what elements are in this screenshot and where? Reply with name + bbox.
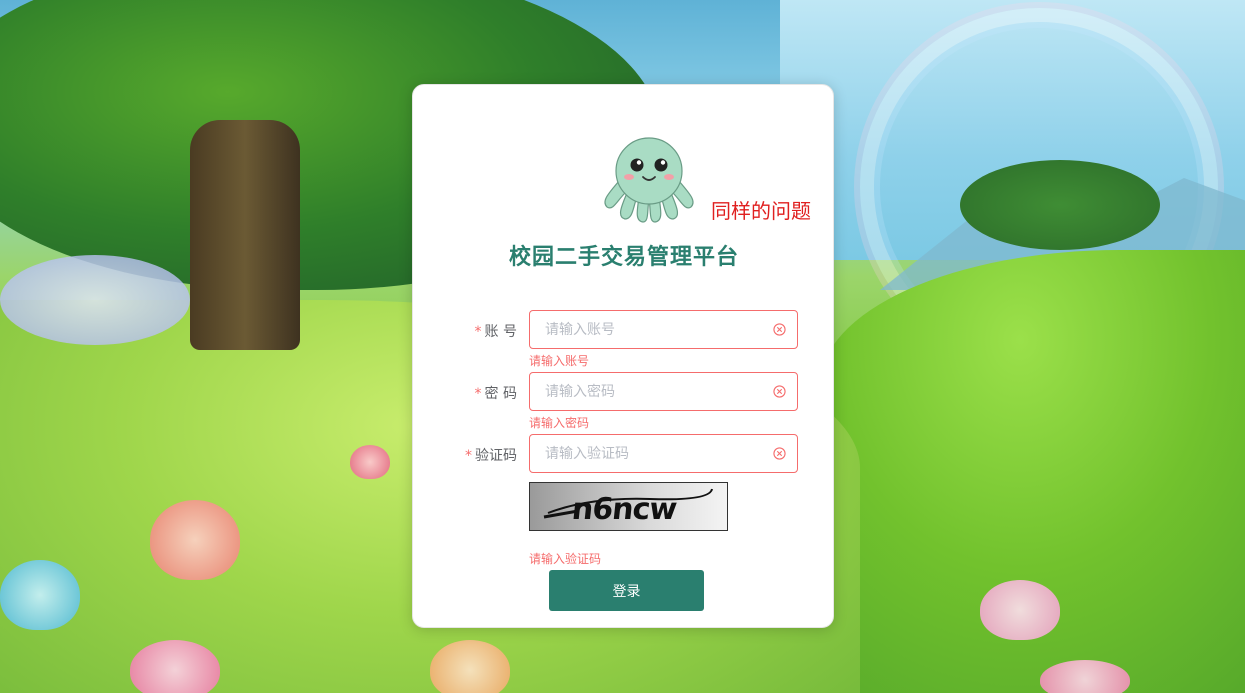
password-label: * 密 码 xyxy=(453,383,517,403)
required-mark: * xyxy=(465,448,472,464)
circle-close-icon[interactable] xyxy=(773,323,786,336)
account-input[interactable] xyxy=(530,311,780,348)
captcha-label: * 验证码 xyxy=(453,445,517,465)
captcha-label-text: 验证码 xyxy=(475,448,517,464)
captcha-text: n6ncw xyxy=(570,492,678,527)
required-mark: * xyxy=(474,386,482,402)
octopus-mascot-icon xyxy=(604,137,694,223)
circle-close-icon[interactable] xyxy=(773,447,786,460)
flower xyxy=(1040,660,1130,693)
flower xyxy=(150,500,240,580)
account-label-text: 账 号 xyxy=(484,324,517,340)
login-button[interactable]: 登录 xyxy=(549,570,704,611)
required-mark: * xyxy=(474,324,482,340)
login-card: 同样的问题 校园二手交易管理平台 *账 号 请输入账号 *密 码 请输入密码 *… xyxy=(412,84,834,628)
circle-close-icon[interactable] xyxy=(773,385,786,398)
tree-trunk xyxy=(190,120,300,350)
flower xyxy=(0,255,190,345)
account-field[interactable] xyxy=(529,310,798,349)
account-label: * 账 号 xyxy=(453,321,517,341)
bush xyxy=(960,160,1160,250)
flower xyxy=(980,580,1060,640)
flower xyxy=(350,445,390,479)
flower xyxy=(430,640,510,693)
captcha-image[interactable]: n6ncw xyxy=(529,482,728,531)
captcha-error: 请输入验证码 xyxy=(529,552,602,566)
password-label-text: 密 码 xyxy=(484,386,517,402)
password-input[interactable] xyxy=(530,373,780,410)
account-error: 请输入账号 xyxy=(529,354,590,368)
password-error: 请输入密码 xyxy=(529,416,590,430)
captcha-input[interactable] xyxy=(530,435,780,472)
page-title: 校园二手交易管理平台 xyxy=(508,245,739,270)
flower xyxy=(130,640,220,693)
annotation-text: 同样的问题 xyxy=(711,199,811,223)
password-field[interactable] xyxy=(529,372,798,411)
flower xyxy=(0,560,80,630)
captcha-field[interactable] xyxy=(529,434,798,473)
